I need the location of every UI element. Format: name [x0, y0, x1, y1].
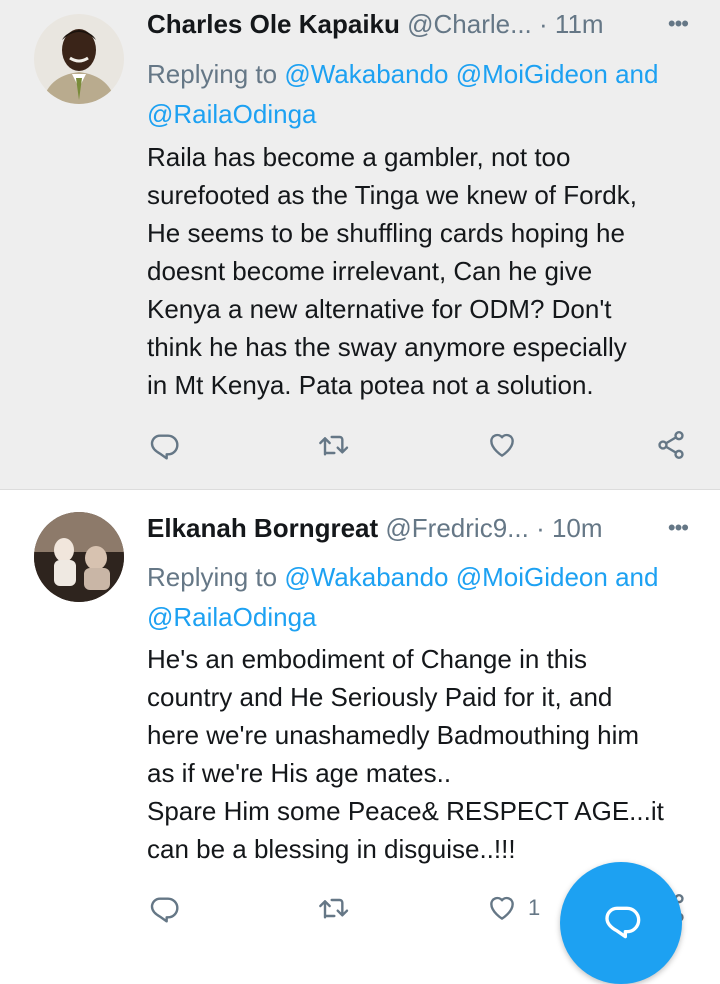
- author-name[interactable]: Charles Ole Kapaiku: [147, 9, 400, 39]
- tweet-header: Elkanah Borngreat @Fredric9... · 10m •••: [147, 510, 690, 546]
- retweet-icon: [319, 435, 349, 456]
- heart-icon: [490, 433, 514, 457]
- avatar[interactable]: [34, 512, 124, 602]
- replying-prefix: Replying to: [147, 562, 278, 592]
- reply-icon: [150, 897, 179, 923]
- tweet-text-line: think he has the sway anymore especially: [147, 332, 627, 362]
- tweet-text-line: Spare Him some Peace& RESPECT AGE...it: [147, 796, 664, 826]
- tweet-text-line: doesnt become irrelevant, Can he give: [147, 256, 593, 286]
- tweet-text-line: He's an embodiment of Change in this: [147, 644, 587, 674]
- retweet-button[interactable]: [317, 888, 349, 928]
- more-icon[interactable]: •••: [668, 6, 689, 42]
- compose-button[interactable]: [560, 862, 682, 984]
- author-name[interactable]: Elkanah Borngreat: [147, 513, 378, 543]
- mention-and[interactable]: and: [615, 59, 658, 89]
- timestamp[interactable]: 11m: [555, 9, 604, 39]
- mention-and[interactable]: and: [615, 562, 658, 592]
- mention-links[interactable]: @Wakabando @MoiGideon: [284, 562, 608, 592]
- avatar[interactable]: [34, 14, 124, 104]
- share-icon: [658, 431, 684, 459]
- reply-icon: [150, 434, 179, 460]
- avatar-image: [34, 512, 124, 602]
- replying-to: Replying to @Wakabando @MoiGideon and @R…: [147, 54, 707, 134]
- reply-button[interactable]: [148, 425, 180, 465]
- tweet-actions: [0, 425, 720, 465]
- separator-dot: ·: [539, 9, 548, 39]
- heart-icon: [490, 896, 514, 920]
- replying-prefix: Replying to: [147, 59, 278, 89]
- share-button[interactable]: [655, 425, 687, 465]
- tweet-text-line: in Mt Kenya. Pata potea not a solution.: [147, 370, 594, 400]
- author-handle[interactable]: @Fredric9...: [385, 513, 528, 543]
- retweet-icon: [319, 898, 349, 919]
- tweet-text-line: as if we're His age mates..: [147, 758, 452, 788]
- mention-link[interactable]: @RailaOdinga: [147, 602, 316, 632]
- tweet-text-line: Kenya a new alternative for ODM? Don't: [147, 294, 612, 324]
- tweet-text: Raila has become a gambler, not too sure…: [147, 138, 707, 404]
- replying-to: Replying to @Wakabando @MoiGideon and @R…: [147, 557, 707, 637]
- mention-link[interactable]: @RailaOdinga: [147, 99, 316, 129]
- tweet-text-line: country and He Seriously Paid for it, an…: [147, 682, 613, 712]
- tweet-text: He's an embodiment of Change in this cou…: [147, 640, 707, 868]
- author-handle[interactable]: @Charle...: [407, 9, 532, 39]
- reply-button[interactable]: [148, 888, 180, 928]
- like-button[interactable]: [486, 425, 528, 465]
- tweet-text-line: He seems to be shuffling cards hoping he: [147, 218, 625, 248]
- more-icon[interactable]: •••: [668, 510, 689, 546]
- tweet-card[interactable]: Charles Ole Kapaiku @Charle... · 11m •••…: [0, 0, 720, 489]
- tweet-text-line: here we're unashamedly Badmouthing him: [147, 720, 640, 750]
- compose-icon: [605, 906, 641, 939]
- tweet-text-line: Raila has become a gambler, not too: [147, 142, 571, 172]
- mention-links[interactable]: @Wakabando @MoiGideon: [284, 59, 608, 89]
- avatar-image: [34, 14, 124, 104]
- separator-dot: ·: [536, 513, 545, 543]
- like-button[interactable]: 1: [486, 888, 540, 928]
- tweet-header: Charles Ole Kapaiku @Charle... · 11m •••: [147, 6, 690, 42]
- like-count: 1: [528, 895, 541, 920]
- tweet-text-line: surefooted as the Tinga we knew of Fordk…: [147, 180, 637, 210]
- timestamp[interactable]: 10m: [552, 513, 603, 543]
- retweet-button[interactable]: [317, 425, 349, 465]
